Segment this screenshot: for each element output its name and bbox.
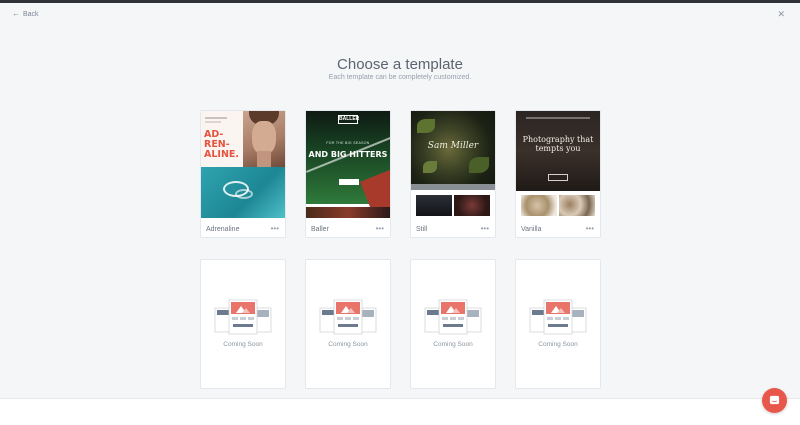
coming-soon-card: Coming Soon — [305, 259, 391, 389]
surf-image — [201, 167, 285, 218]
template-placeholder-icon — [529, 299, 587, 335]
template-name: Still — [416, 225, 428, 233]
template-preview: AD- REN- ALINE. — [201, 111, 285, 218]
back-label: Back — [23, 10, 39, 18]
coming-soon-label: Coming Soon — [223, 341, 263, 348]
back-button[interactable]: ← Back — [12, 10, 39, 18]
template-card-baller[interactable]: BALLER FOR THE BIG SEASON AND BIG HITTER… — [305, 110, 391, 238]
window-top-bar — [0, 0, 800, 3]
more-options-icon[interactable]: ••• — [271, 225, 279, 233]
page-title: Choose a template — [337, 56, 463, 73]
portrait-image — [243, 111, 285, 167]
template-placeholder-icon — [319, 299, 377, 335]
coming-soon-card: Coming Soon — [200, 259, 286, 389]
coming-soon-card: Coming Soon — [515, 259, 601, 389]
preview-headline: AND BIG HITTERS — [308, 150, 388, 159]
template-name: Vanilla — [521, 225, 542, 233]
bottom-bar — [0, 398, 800, 425]
preview-text: AD- REN- ALINE. — [204, 129, 239, 160]
preview-signature: Sam Miller — [427, 141, 479, 151]
more-options-icon[interactable]: ••• — [376, 225, 384, 233]
template-card-adrenaline[interactable]: AD- REN- ALINE. Adrenaline ••• — [200, 110, 286, 238]
template-preview: BALLER FOR THE BIG SEASON AND BIG HITTER… — [306, 111, 390, 218]
coming-soon-label: Coming Soon — [433, 341, 473, 348]
template-name: Adrenaline — [206, 225, 240, 233]
preview-logo: BALLER — [338, 115, 360, 124]
template-name: Baller — [311, 225, 329, 233]
arrow-left-icon: ← — [12, 9, 20, 18]
more-options-icon[interactable]: ••• — [586, 225, 594, 233]
template-preview: Sam Miller — [411, 111, 495, 218]
coming-soon-card: Coming Soon — [410, 259, 496, 389]
coming-soon-label: Coming Soon — [538, 341, 578, 348]
template-preview: Photography that tempts you — [516, 111, 600, 218]
template-card-still[interactable]: Sam Miller Still ••• — [410, 110, 496, 238]
template-placeholder-icon — [424, 299, 482, 335]
template-card-vanilla[interactable]: Photography that tempts you Vanilla ••• — [515, 110, 601, 238]
page-subtitle: Each template can be completely customiz… — [328, 74, 472, 81]
template-placeholder-icon — [214, 299, 272, 335]
chat-icon — [769, 395, 780, 405]
chat-button[interactable] — [762, 388, 787, 413]
preview-headline: Photography that tempts you — [522, 135, 594, 153]
coming-soon-label: Coming Soon — [328, 341, 368, 348]
more-options-icon[interactable]: ••• — [481, 225, 489, 233]
close-icon[interactable]: ✕ — [777, 9, 785, 20]
